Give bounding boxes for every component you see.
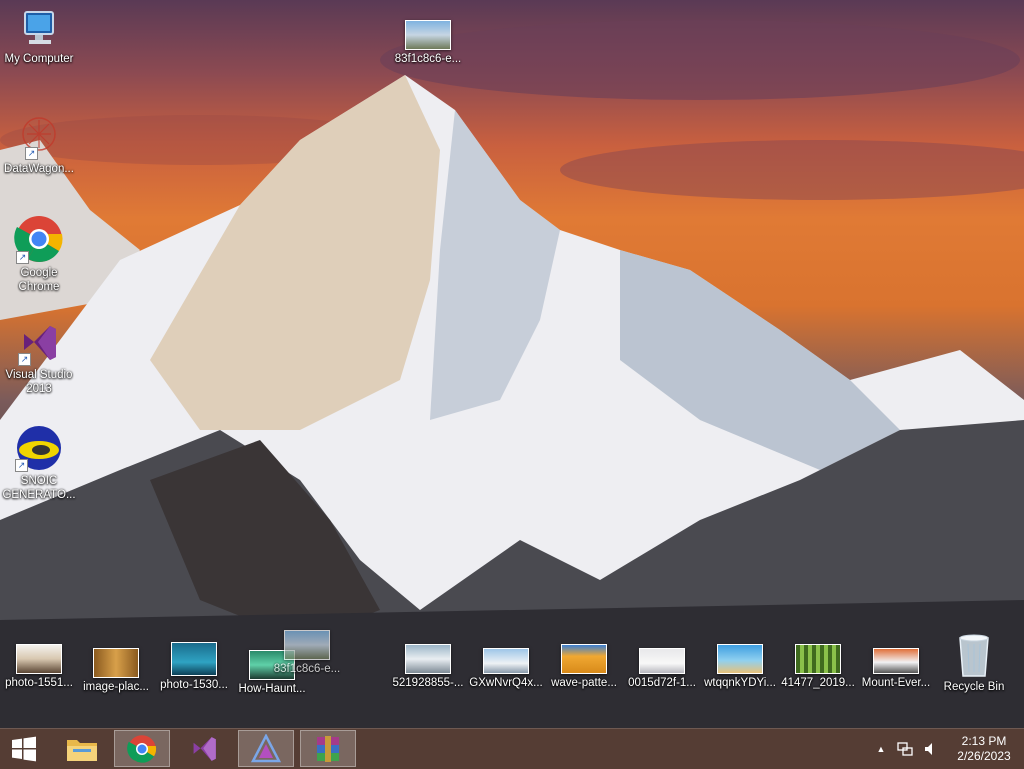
image-file-icon — [93, 648, 139, 678]
desktop-icon-label: How-Haunt... — [238, 683, 306, 695]
triangle-app-icon — [251, 733, 281, 762]
desktop-icon-image-top[interactable]: 83f1c8c6-e... — [389, 20, 467, 66]
desktop-icon-label: photo-1551... — [5, 677, 73, 689]
desktop-icon-label: Mount-Ever... — [861, 677, 931, 689]
taskbar-clock[interactable]: 2:13 PM 2/26/2023 — [952, 734, 1016, 764]
taskbar-google-chrome[interactable] — [114, 730, 170, 767]
desktop-icon-label: GXwNvrQ4x... — [469, 677, 543, 689]
recycle-bin-icon — [954, 632, 994, 678]
desktop-icon-label: DataWagon... — [4, 163, 74, 175]
image-file-icon — [171, 642, 217, 676]
desktop-icon-datawagon[interactable]: ↗ DataWagon... — [0, 112, 78, 176]
chevron-up-icon: ▲ — [876, 744, 886, 754]
image-file-icon — [405, 20, 451, 50]
desktop-icon-recycle-bin[interactable]: Recycle Bin — [935, 632, 1013, 694]
desktop-icon-google-chrome[interactable]: ↗ Google Chrome — [0, 214, 78, 294]
taskbar-winrar[interactable] — [300, 730, 356, 767]
shortcut-arrow-icon: ↗ — [25, 147, 38, 160]
desktop-icon-label: wave-patte... — [551, 677, 617, 689]
image-file-icon — [873, 648, 919, 674]
tray-volume[interactable] — [920, 729, 942, 769]
desktop-icon-label: 83f1c8c6-e... — [394, 53, 462, 65]
desktop-icon-photo-1551[interactable]: photo-1551... — [0, 644, 78, 690]
clock-date: 2/26/2023 — [957, 749, 1011, 763]
desktop-icon-visual-studio[interactable]: ↗ Visual Studio 2013 — [0, 320, 78, 396]
desktop-icon-label: 83f1c8c6-e... — [273, 663, 341, 675]
desktop-icon-41477-2019[interactable]: 41477_2019... — [779, 644, 857, 690]
clock-time: 2:13 PM — [961, 734, 1007, 748]
desktop-icon-label: SNOIC GENERATO... — [2, 475, 76, 501]
image-file-icon — [483, 648, 529, 674]
image-file-icon — [284, 630, 330, 660]
image-file-icon — [16, 644, 62, 674]
visual-studio-icon — [193, 736, 216, 761]
taskbar-file-explorer[interactable] — [54, 730, 110, 767]
desktop-icon-521928855[interactable]: 521928855-... — [389, 644, 467, 690]
desktop-icon-image-plac[interactable]: image-plac... — [77, 648, 155, 694]
desktop-icon-0015d72f[interactable]: 0015d72f-1... — [623, 648, 701, 690]
volume-icon — [925, 743, 932, 755]
snoic-icon: ↗ — [15, 424, 63, 472]
datawagon-icon: ↗ — [17, 112, 61, 160]
image-file-icon — [639, 648, 685, 674]
desktop-icon-snoic[interactable]: ↗ SNOIC GENERATO... — [0, 424, 78, 502]
tray-overflow-chevron[interactable]: ▲ — [872, 729, 890, 769]
shortcut-arrow-icon: ↗ — [18, 353, 31, 366]
shortcut-arrow-icon: ↗ — [16, 251, 29, 264]
image-file-icon — [795, 644, 841, 674]
folder-icon — [67, 739, 97, 761]
tray-network[interactable] — [894, 729, 916, 769]
taskbar-app-triangle[interactable] — [238, 730, 294, 767]
desktop-icon-gxwnvrq4x[interactable]: GXwNvrQ4x... — [467, 648, 545, 690]
desktop-icon-mount-ever[interactable]: Mount-Ever... — [857, 648, 935, 690]
chrome-icon: ↗ — [14, 214, 64, 264]
network-icon — [897, 742, 913, 756]
desktop-icon-wave-patte[interactable]: wave-patte... — [545, 644, 623, 690]
desktop-icon-my-computer[interactable]: My Computer — [0, 8, 78, 66]
desktop-wallpaper — [0, 0, 1024, 728]
desktop-icon-wtqqnkydyi[interactable]: wtqqnkYDYi... — [701, 644, 779, 690]
taskbar-visual-studio[interactable] — [176, 730, 232, 767]
visual-studio-icon: ↗ — [16, 320, 62, 366]
taskbar: ▲ 2:13 PM 2/26/2023 — [0, 728, 1024, 769]
desktop-icon-label: Google Chrome — [18, 267, 60, 293]
desktop-icon-label: Visual Studio 2013 — [5, 369, 73, 395]
desktop-icon-label: 0015d72f-1... — [628, 677, 696, 689]
image-file-icon — [717, 644, 763, 674]
desktop-icon-label: Recycle Bin — [943, 681, 1005, 693]
desktop-icon-image-dragged[interactable]: 83f1c8c6-e... — [268, 630, 346, 676]
windows-start-icon — [12, 736, 36, 761]
chrome-icon — [127, 734, 157, 763]
desktop-icon-label: My Computer — [4, 53, 74, 65]
computer-icon — [17, 8, 61, 50]
image-file-icon — [405, 644, 451, 674]
desktop-icon-label: image-plac... — [83, 681, 149, 693]
desktop-icon-label: wtqqnkYDYi... — [704, 677, 776, 689]
desktop-icon-label: 41477_2019... — [781, 677, 855, 689]
image-file-icon — [561, 644, 607, 674]
start-button[interactable] — [0, 730, 48, 767]
shortcut-arrow-icon: ↗ — [15, 459, 28, 472]
winrar-icon — [317, 735, 339, 762]
desktop-icon-label: photo-1530... — [160, 679, 228, 691]
desktop-icon-label: 521928855-... — [392, 677, 464, 689]
desktop-icon-photo-1530[interactable]: photo-1530... — [155, 642, 233, 692]
